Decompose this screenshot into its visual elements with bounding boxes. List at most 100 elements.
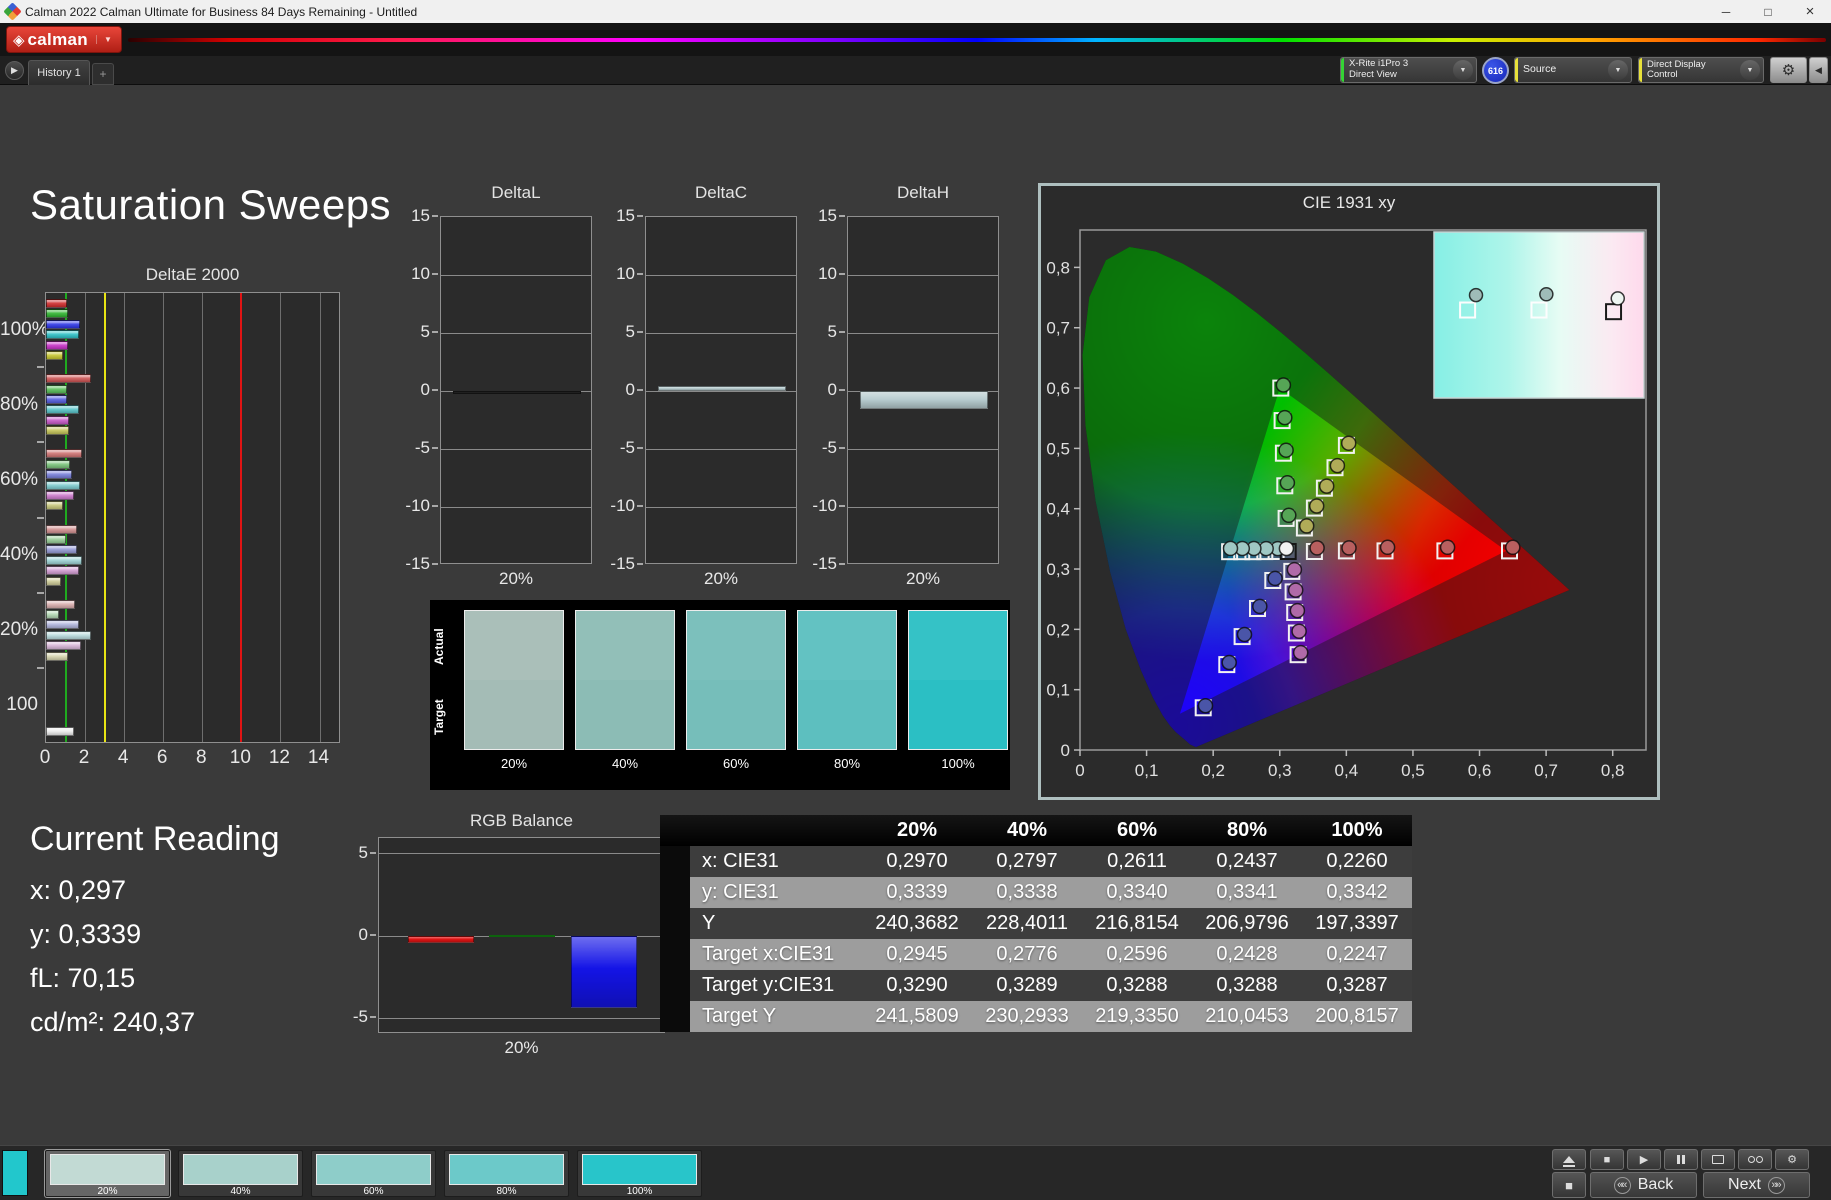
maximize-button[interactable]: □	[1747, 0, 1789, 23]
deltae-bar	[46, 576, 61, 586]
eject-icon	[1563, 1156, 1575, 1167]
pattern-swatch-button-60%[interactable]: 60%	[311, 1150, 436, 1197]
eject-button[interactable]	[1552, 1149, 1586, 1170]
deltal-chart	[440, 216, 592, 564]
back-button[interactable]: «« Back	[1590, 1172, 1697, 1198]
target-swatch	[798, 680, 896, 749]
cell-value: 228,4011	[972, 908, 1082, 939]
deltae-bar	[46, 384, 68, 394]
gridline	[379, 1017, 664, 1019]
axis-tick	[637, 273, 643, 275]
axis-tick	[37, 666, 44, 669]
fail-line	[240, 293, 243, 742]
glasses-icon	[1747, 1156, 1763, 1163]
display-label: Direct Display Control	[1647, 58, 1706, 80]
svg-text:0,2: 0,2	[1201, 761, 1225, 780]
axis-tick	[839, 447, 845, 449]
pattern-swatch-button-20%[interactable]: 20%	[45, 1150, 170, 1197]
cell-value: 0,3340	[1082, 877, 1192, 908]
back-label: Back	[1637, 1176, 1674, 1193]
svg-text:0,6: 0,6	[1468, 761, 1492, 780]
cell-value: 241,5809	[862, 1001, 972, 1032]
gridline	[441, 332, 591, 334]
gridline	[441, 448, 591, 450]
target-line	[64, 293, 67, 742]
cell-value: 0,2611	[1082, 846, 1192, 877]
actual-swatch	[465, 611, 563, 680]
tab-expand-button[interactable]: ▶	[5, 61, 24, 80]
settings-icon: ⚙	[1787, 1154, 1797, 1166]
gridline	[441, 506, 591, 508]
cie-1931-panel: CIE 1931 xy 0 0,1 0,2 0,3 0,4 0,5 0,6 0,7 0,8 0 0,…	[1038, 183, 1660, 800]
green-bar	[489, 935, 556, 938]
deltac-chart	[645, 216, 797, 564]
pause-button[interactable]	[1664, 1149, 1698, 1170]
axis-tick	[637, 505, 643, 507]
y-tick-label: -5	[352, 1007, 368, 1027]
play-icon: ▶	[1639, 1154, 1649, 1166]
pattern-window-button[interactable]	[1701, 1149, 1735, 1170]
cell-value: 0,2797	[972, 846, 1082, 877]
deltae2000-group-labels: 100% 80% 60% 40% 20% 100	[0, 292, 49, 743]
glasses-button[interactable]	[1738, 1149, 1772, 1170]
row-gutter	[660, 970, 690, 1001]
y-tick-label: -5	[414, 438, 430, 457]
stop-button[interactable]: ■	[1590, 1149, 1624, 1170]
tab-history-1[interactable]: History 1	[28, 60, 90, 85]
settings-button[interactable]: ⚙	[1775, 1149, 1809, 1170]
axis-tick	[637, 563, 643, 565]
warning-line	[103, 293, 106, 742]
collapse-panel-button[interactable]: ◀	[1809, 57, 1828, 83]
meter-dropdown[interactable]: X-Rite i1Pro 3 Direct View ▼	[1340, 57, 1477, 83]
row-label: Target x:CIE31	[690, 939, 862, 970]
next-button[interactable]: Next »»	[1703, 1172, 1810, 1198]
x-tick-label: 4	[117, 747, 129, 768]
chevron-down-icon[interactable]: ▼	[1608, 60, 1628, 80]
calman-menu-button[interactable]: ◈ calman ▼	[6, 26, 122, 53]
minimize-button[interactable]: ─	[1705, 0, 1747, 23]
source-dropdown[interactable]: Source ▼	[1514, 57, 1632, 83]
chevron-down-icon[interactable]: ▼	[1453, 60, 1473, 80]
next-label: Next	[1728, 1176, 1761, 1193]
row-gutter	[660, 877, 690, 908]
pattern-swatch-button-80%[interactable]: 80%	[444, 1150, 569, 1197]
add-tab-button[interactable]: +	[92, 63, 114, 85]
swatch-color	[183, 1154, 298, 1185]
pattern-swatch-button-40%[interactable]: 40%	[178, 1150, 303, 1197]
deltae-bar	[46, 426, 70, 436]
close-button[interactable]: ×	[1789, 0, 1831, 23]
table-row: Target x:CIE31 0,2945 0,2776 0,2596 0,2428 0,…	[660, 939, 1412, 970]
axis-tick	[432, 215, 438, 217]
target-swatch	[909, 680, 1007, 749]
settings-button[interactable]: ⚙	[1770, 57, 1807, 83]
svg-text:0,4: 0,4	[1046, 500, 1070, 519]
axis-tick	[432, 331, 438, 333]
reading-x: x: 0,297	[30, 875, 127, 905]
display-control-dropdown[interactable]: Direct Display Control ▼	[1638, 57, 1764, 83]
cell-value: 197,3397	[1302, 908, 1412, 939]
deltae-bar	[46, 374, 91, 384]
row-label: Y	[690, 908, 862, 939]
pattern-window-button[interactable]: ■	[1552, 1172, 1586, 1198]
row-gutter	[660, 939, 690, 970]
axis-tick	[839, 505, 845, 507]
group-label: 20%	[0, 619, 39, 641]
svg-text:0,5: 0,5	[1046, 439, 1070, 458]
svg-text:0,5: 0,5	[1401, 761, 1425, 780]
deltae2000-x-axis: 0 2 4 6 8 10 12 14	[40, 747, 340, 771]
chevron-left-icon: ◀	[1815, 64, 1822, 75]
deltae-bar	[46, 480, 81, 490]
y-tick-label: 0	[827, 380, 837, 399]
axis-tick	[637, 389, 643, 391]
pattern-swatch-button-100%[interactable]: 100%	[577, 1150, 702, 1197]
x-tick-label: 8	[195, 747, 207, 768]
meter-line2: Direct View	[1349, 69, 1397, 80]
chevron-down-icon[interactable]: ▼	[1740, 60, 1760, 80]
cell-value: 0,2260	[1302, 846, 1412, 877]
swatch-color	[449, 1154, 564, 1185]
deltae-bar	[46, 351, 63, 360]
swatch-color	[582, 1154, 697, 1185]
target-swatch	[576, 680, 674, 749]
play-button[interactable]: ▶	[1627, 1149, 1661, 1170]
x-tick-label: 0	[39, 747, 51, 768]
